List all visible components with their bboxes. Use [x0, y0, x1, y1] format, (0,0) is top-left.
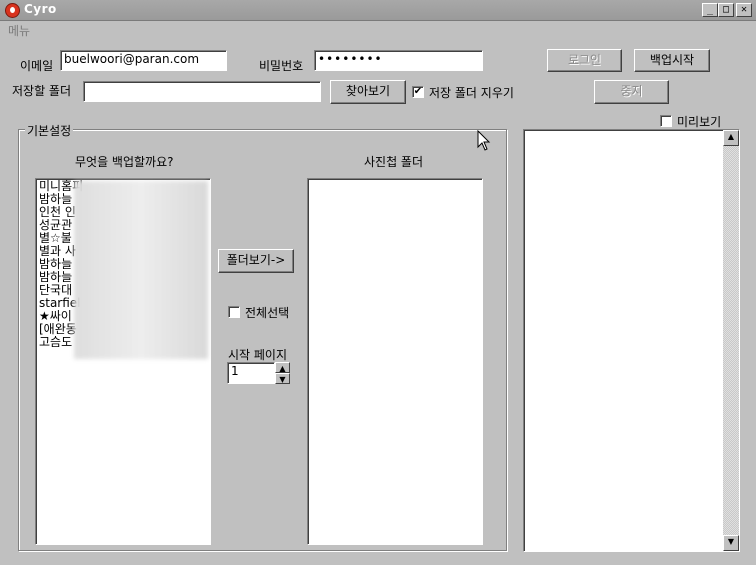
mouse-cursor-icon	[477, 130, 491, 151]
maximize-button[interactable]: □	[718, 3, 734, 17]
browse-button[interactable]: 찾아보기	[330, 80, 406, 104]
close-button[interactable]: ✕	[736, 3, 752, 17]
start-page-label: 시작 페이지	[228, 348, 288, 362]
start-page-up[interactable]: ▲	[275, 362, 290, 373]
app-icon	[5, 3, 20, 18]
preview-panel: ▲ ▼	[523, 129, 740, 552]
password-label: 비밀번호	[259, 59, 304, 73]
start-page-down[interactable]: ▼	[275, 373, 290, 384]
clear-folder-label: 저장 폴더 지우기	[429, 86, 514, 100]
minimize-icon: _	[706, 4, 714, 15]
window-title: Cyro	[24, 2, 57, 16]
arrow-up-icon: ▲	[727, 132, 735, 141]
check-icon: ✔	[413, 86, 423, 97]
login-button[interactable]: 로그인	[547, 49, 622, 72]
album-folder-list[interactable]	[307, 178, 483, 545]
preview-scrollbar[interactable]	[723, 130, 739, 551]
stop-button[interactable]: 중지	[594, 80, 669, 104]
view-folder-button[interactable]: 폴더보기->	[218, 249, 294, 273]
preview-checkbox[interactable]	[660, 115, 672, 127]
arrow-down-icon: ▼	[279, 375, 286, 384]
album-folder-label: 사진첩 폴더	[364, 155, 424, 169]
preview-label: 미리보기	[677, 115, 722, 129]
email-field[interactable]: buelwoori@paran.com	[60, 50, 227, 71]
select-all-label: 전체선택	[245, 306, 290, 320]
save-folder-label: 저장할 폴더	[12, 84, 72, 98]
password-field[interactable]: ••••••••	[314, 50, 483, 71]
minimize-button[interactable]: _	[702, 3, 718, 17]
start-page-input[interactable]: 1	[227, 362, 275, 384]
select-all-checkbox[interactable]	[228, 306, 240, 318]
arrow-down-icon: ▼	[727, 537, 735, 546]
maximize-icon: □	[722, 4, 730, 15]
email-label: 이메일	[20, 59, 54, 73]
what-backup-label: 무엇을 백업할까요?	[75, 155, 174, 169]
menu-item-menu[interactable]: 메뉴	[8, 22, 30, 39]
title-bar[interactable]	[0, 0, 756, 21]
basic-settings-title: 기본설정	[25, 122, 74, 139]
backup-list[interactable]: 미니홈피 밤하늘 인천 인 성균관 별☆불 별과 사 밤하늘 밤하늘 단국대 starfiel ★싸…	[35, 178, 211, 545]
privacy-blur	[74, 181, 208, 359]
close-icon: ✕	[740, 4, 748, 15]
scroll-down-button[interactable]: ▼	[723, 535, 739, 551]
backup-start-button[interactable]: 백업시작	[634, 49, 710, 72]
clear-folder-checkbox[interactable]: ✔	[412, 86, 424, 98]
arrow-up-icon: ▲	[279, 364, 286, 373]
save-folder-field[interactable]	[83, 81, 321, 102]
scroll-up-button[interactable]: ▲	[723, 130, 739, 146]
menu-bar	[0, 21, 756, 39]
